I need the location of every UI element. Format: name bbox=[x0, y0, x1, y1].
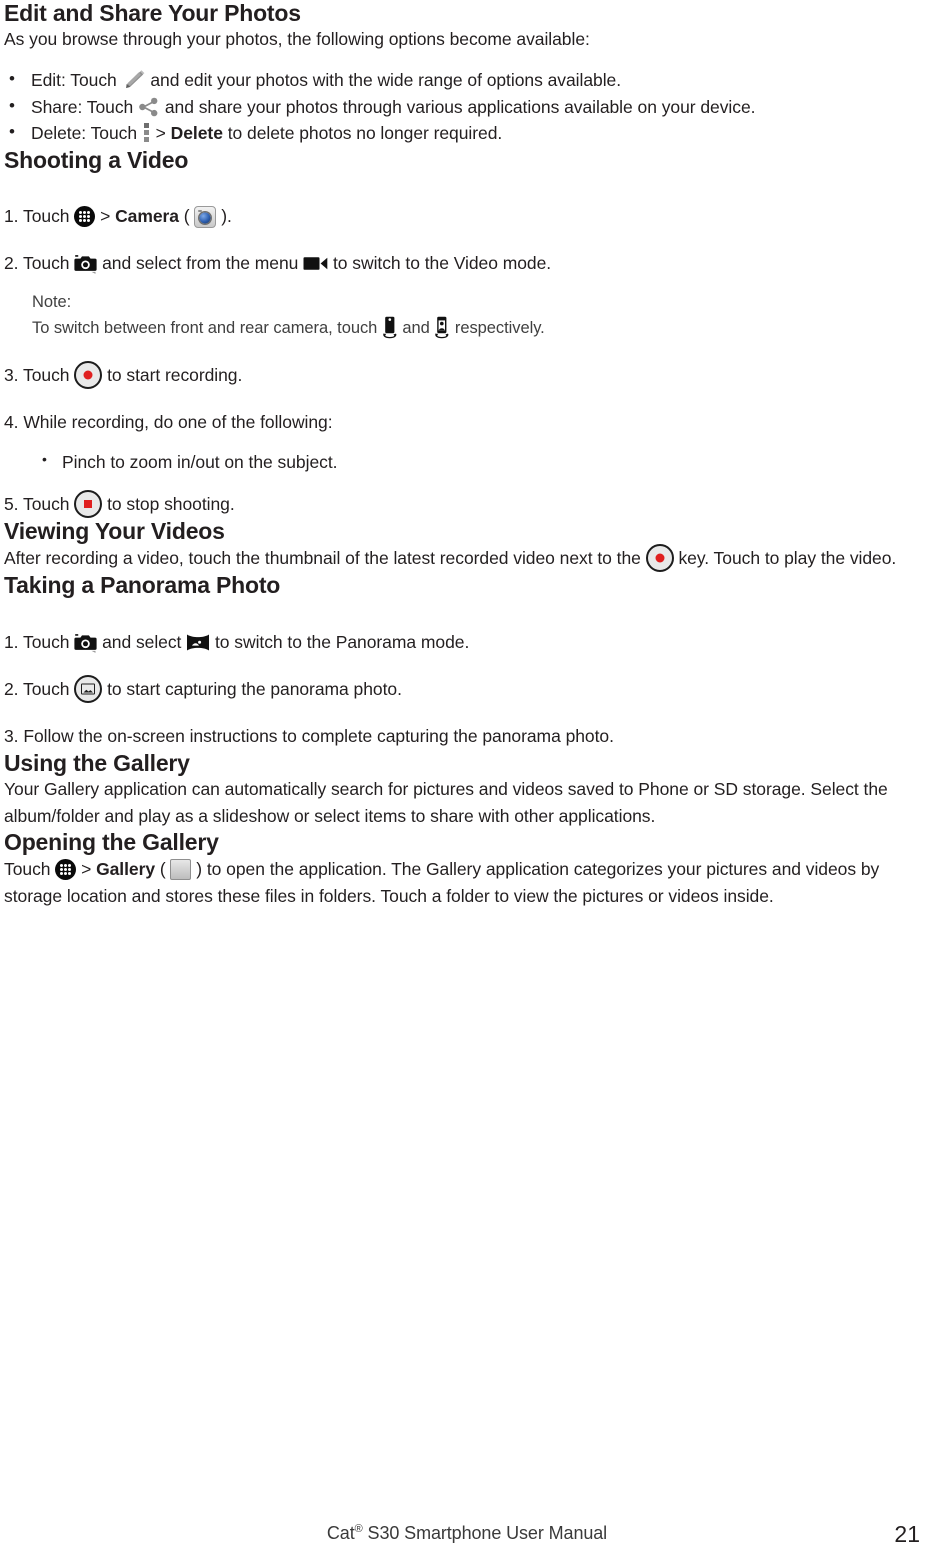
opening-gallery-pre: Touch bbox=[4, 858, 51, 879]
video-step-1: 1. Touch > Camera ( ). bbox=[4, 203, 928, 230]
list-item-edit: Edit: Touch and edit your photos with th… bbox=[4, 66, 928, 94]
panorama-step-2-post: to start capturing the panorama photo. bbox=[107, 679, 402, 700]
panorama-step-1-post: to switch to the Panorama mode. bbox=[214, 631, 470, 652]
video-step-1-separator: > bbox=[100, 206, 111, 227]
section-heading-shooting-a-video: Shooting a Video bbox=[4, 146, 189, 173]
video-note-block: Note: To switch between front and rear c… bbox=[4, 290, 928, 340]
video-step-1-camera-label: Camera bbox=[115, 206, 179, 227]
gallery-app-icon[interactable] bbox=[170, 858, 192, 880]
opening-gallery-paragraph: Touch > Gallery ( ) to open the applicat… bbox=[4, 856, 928, 909]
section-heading-opening-the-gallery: Opening the Gallery bbox=[4, 829, 219, 856]
video-step-5: 5. Touch to stop shooting. bbox=[4, 489, 928, 518]
video-step-2-pre: Touch bbox=[23, 252, 70, 273]
note-text: To switch between front and rear camera,… bbox=[32, 316, 928, 341]
panorama-mode-icon[interactable] bbox=[186, 633, 210, 652]
video-step-5-number: 5. bbox=[4, 493, 19, 514]
video-step-3: 3. Touch to start recording. bbox=[4, 360, 928, 389]
video-step-5-pre: Touch bbox=[23, 493, 70, 514]
video-step-5-post: to stop shooting. bbox=[107, 493, 235, 514]
opening-gallery-separator: > bbox=[81, 858, 92, 879]
delete-separator: > bbox=[155, 123, 166, 144]
list-item-pinch-zoom: Pinch to zoom in/out on the subject. bbox=[4, 449, 928, 476]
viewing-videos-post: key. Touch to play the video. bbox=[678, 548, 897, 569]
note-text-post: respectively. bbox=[454, 318, 545, 337]
list-item-share: Share: Touch and share your photos throu… bbox=[4, 93, 928, 121]
section-heading-viewing-your-videos: Viewing Your Videos bbox=[4, 517, 225, 544]
photo-options-list: Edit: Touch and edit your photos with th… bbox=[4, 66, 928, 147]
video-camcorder-icon[interactable] bbox=[303, 255, 328, 272]
panorama-step-3-number: 3. bbox=[4, 726, 19, 747]
delete-menu-label: Delete bbox=[170, 123, 223, 144]
front-camera-flip-icon[interactable] bbox=[382, 316, 398, 340]
video-step-3-number: 3. bbox=[4, 364, 19, 385]
camera-shutter-icon[interactable] bbox=[74, 632, 97, 653]
panorama-step-1-mid: and select bbox=[102, 631, 182, 652]
opening-gallery-paren-open: ( bbox=[159, 858, 166, 879]
video-step-2: 2. Touch and select from the menu to swi… bbox=[4, 250, 928, 277]
video-step-4-number: 4. bbox=[4, 411, 19, 432]
footer-manual-title: Cat® S30 Smartphone User Manual bbox=[0, 1523, 934, 1544]
list-item-delete: Delete: Touch > Delete to delete photos … bbox=[4, 119, 928, 147]
note-text-pre: To switch between front and rear camera,… bbox=[32, 318, 378, 337]
record-button-icon[interactable] bbox=[645, 544, 674, 573]
using-gallery-paragraph: Your Gallery application can automatical… bbox=[4, 779, 888, 826]
app-drawer-icon[interactable] bbox=[55, 858, 77, 880]
video-substep-list: Pinch to zoom in/out on the subject. bbox=[4, 449, 928, 476]
footer-title-rest: S30 Smartphone User Manual bbox=[362, 1523, 608, 1543]
panorama-step-1: 1. Touch and select to switch to the Pan… bbox=[4, 629, 928, 656]
video-step-1-number: 1. bbox=[4, 206, 19, 227]
section-heading-using-the-gallery: Using the Gallery bbox=[4, 749, 190, 776]
video-step-3-post: to start recording. bbox=[107, 364, 243, 385]
video-step-4: 4. While recording, do one of the follow… bbox=[4, 409, 928, 436]
video-step-2-number: 2. bbox=[4, 252, 19, 273]
note-text-mid: and bbox=[402, 318, 430, 337]
delete-label-pre: Delete: Touch bbox=[31, 123, 138, 144]
edit-pencil-icon[interactable] bbox=[122, 69, 146, 90]
panorama-step-2-number: 2. bbox=[4, 679, 19, 700]
video-step-2-post: to switch to the Video mode. bbox=[332, 252, 552, 273]
edit-label-post: and edit your photos with the wide range… bbox=[150, 70, 622, 91]
camera-shutter-icon[interactable] bbox=[74, 253, 97, 274]
panorama-step-2: 2. Touch to start capturing the panorama… bbox=[4, 675, 928, 704]
note-label: Note: bbox=[32, 293, 72, 312]
footer-brand: Cat bbox=[326, 1523, 355, 1543]
app-drawer-icon[interactable] bbox=[74, 206, 96, 228]
viewing-videos-paragraph: After recording a video, touch the thumb… bbox=[4, 544, 928, 573]
viewing-videos-pre: After recording a video, touch the thumb… bbox=[4, 548, 641, 569]
video-step-1-paren-close: ). bbox=[221, 206, 232, 227]
panorama-step-3: 3. Follow the on-screen instructions to … bbox=[4, 723, 928, 750]
panorama-step-1-pre: Touch bbox=[23, 631, 70, 652]
video-step-1-pre: Touch bbox=[23, 206, 70, 227]
gallery-menu-label: Gallery bbox=[96, 858, 156, 879]
manual-page: Edit and Share Your Photos As you browse… bbox=[0, 0, 934, 1567]
video-step-1-paren-open: ( bbox=[183, 206, 190, 227]
edit-label-pre: Edit: Touch bbox=[31, 70, 117, 91]
panorama-step-3-text: Follow the on-screen instructions to com… bbox=[23, 726, 614, 747]
panorama-step-1-number: 1. bbox=[4, 631, 19, 652]
share-label-pre: Share: Touch bbox=[31, 96, 134, 117]
intro-paragraph: As you browse through your photos, the f… bbox=[4, 29, 590, 50]
share-icon[interactable] bbox=[138, 97, 160, 117]
camera-app-icon[interactable] bbox=[194, 206, 217, 229]
video-step-2-mid: and select from the menu bbox=[102, 252, 299, 273]
delete-label-post: to delete photos no longer required. bbox=[227, 123, 503, 144]
section-heading-taking-a-panorama-photo: Taking a Panorama Photo bbox=[4, 572, 281, 599]
stop-button-icon[interactable] bbox=[74, 489, 103, 518]
panorama-step-2-pre: Touch bbox=[23, 679, 70, 700]
page-footer: Cat® S30 Smartphone User Manual 21 bbox=[0, 1521, 934, 1553]
rear-camera-flip-icon[interactable] bbox=[434, 316, 450, 340]
overflow-menu-icon[interactable] bbox=[142, 123, 151, 143]
section-heading-edit-share-photos: Edit and Share Your Photos bbox=[4, 0, 301, 26]
share-label-post: and share your photos through various ap… bbox=[164, 96, 756, 117]
record-button-icon[interactable] bbox=[74, 360, 103, 389]
page-number: 21 bbox=[894, 1521, 920, 1547]
video-step-3-pre: Touch bbox=[23, 364, 70, 385]
panorama-capture-button-icon[interactable] bbox=[74, 675, 103, 704]
registered-trademark-icon: ® bbox=[354, 1523, 363, 1535]
video-step-4-text: While recording, do one of the following… bbox=[23, 411, 333, 432]
